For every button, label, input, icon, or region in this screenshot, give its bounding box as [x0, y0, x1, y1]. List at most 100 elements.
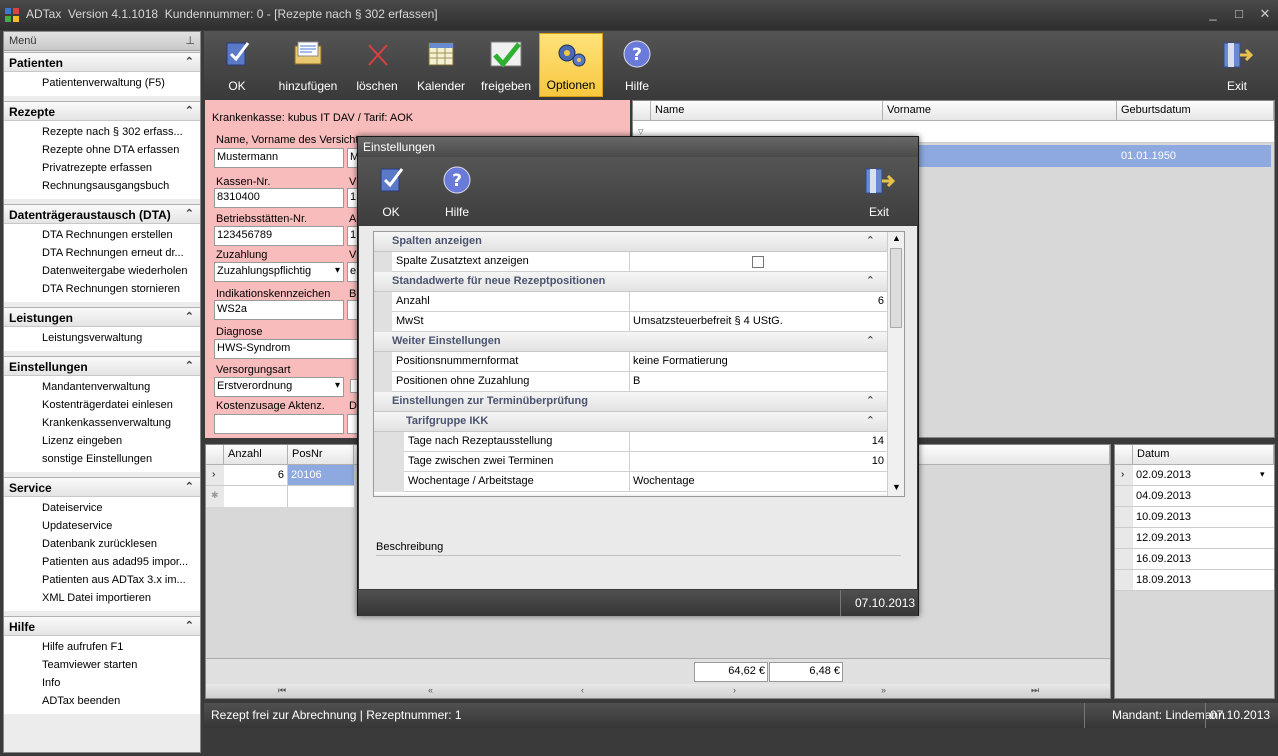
- prop-row[interactable]: Wochentage / Arbeitstage Wochentage: [374, 472, 887, 492]
- indikation-field[interactable]: WS2a: [214, 300, 344, 320]
- date-cell[interactable]: 18.09.2013: [1133, 570, 1274, 591]
- category-termin[interactable]: Einstellungen zur Terminüberprüfung ⌃: [374, 392, 887, 412]
- dialog-ok-button[interactable]: OK: [366, 159, 416, 223]
- sidebar-section-header[interactable]: Einstellungen ⌃: [4, 356, 200, 376]
- zuzahlung-select[interactable]: Zuzahlungspflichtig: [214, 262, 344, 282]
- sidebar-item[interactable]: sonstige Einstellungen: [4, 450, 194, 468]
- collapse-icon[interactable]: ⌃: [185, 207, 194, 220]
- category-partial[interactable]: [374, 494, 887, 496]
- diagnose-field[interactable]: HWS-Syndrom: [214, 339, 361, 359]
- sidebar-item[interactable]: Hilfe aufrufen F1: [4, 638, 194, 656]
- new-row-anzahl[interactable]: [224, 486, 288, 507]
- prop-anzahl-value[interactable]: 6: [630, 292, 887, 312]
- sidebar-item[interactable]: Info: [4, 674, 194, 692]
- prop-mwst-value[interactable]: Umsatzsteuerbefreit § 4 UStG.: [630, 312, 887, 332]
- exit-button[interactable]: Exit: [1210, 33, 1264, 97]
- sidebar-item[interactable]: Patienten aus adad95 impor...: [4, 553, 194, 571]
- collapse-icon[interactable]: ⌃: [866, 394, 875, 407]
- prev-page-icon[interactable]: «: [428, 685, 433, 695]
- column-header-anzahl[interactable]: Anzahl: [224, 445, 288, 465]
- sidebar-item[interactable]: Patienten aus ADTax 3.x im...: [4, 571, 194, 589]
- kostenzusage-field[interactable]: [214, 414, 344, 434]
- dialog-exit-button[interactable]: Exit: [854, 159, 904, 223]
- sidebar-section-header[interactable]: Service ⌃: [4, 477, 200, 497]
- scroll-thumb[interactable]: [890, 248, 902, 328]
- zusatztext-checkbox[interactable]: [752, 256, 764, 268]
- scroll-up-icon[interactable]: ▲: [892, 233, 901, 243]
- help-button[interactable]: ? Hilfe: [608, 33, 666, 97]
- prop-row[interactable]: MwSt Umsatzsteuerbefreit § 4 UStG.: [374, 312, 887, 332]
- column-header-vorname[interactable]: Vorname: [883, 101, 1117, 121]
- category-spalten[interactable]: Spalten anzeigen ⌃: [374, 232, 887, 252]
- sidebar-section-header[interactable]: Leistungen ⌃: [4, 307, 200, 327]
- prop-row[interactable]: Positionsnummernformat keine Formatierung: [374, 352, 887, 372]
- prev-record-icon[interactable]: ‹: [581, 685, 584, 695]
- column-header-name[interactable]: Name: [651, 101, 883, 121]
- property-scrollbar[interactable]: ▲ ▼: [887, 232, 904, 496]
- collapse-icon[interactable]: ⌃: [185, 104, 194, 117]
- first-record-icon[interactable]: ⏮: [278, 685, 286, 696]
- prop-row[interactable]: Tage nach Rezeptausstellung 14: [374, 432, 887, 452]
- sidebar-item[interactable]: DTA Rechnungen erstellen: [4, 226, 194, 244]
- prop-ohnezuzahlung-value[interactable]: B: [630, 372, 887, 392]
- anzahl-cell[interactable]: 6: [224, 465, 288, 486]
- ok-button[interactable]: OK: [208, 33, 266, 97]
- sidebar-item[interactable]: Datenweitergabe wiederholen: [4, 262, 194, 280]
- prop-wochentage-value[interactable]: Wochentage: [630, 472, 887, 492]
- collapse-icon[interactable]: ⌃: [185, 619, 194, 632]
- date-cell[interactable]: 12.09.2013: [1133, 528, 1274, 549]
- lastname-field[interactable]: Mustermann: [214, 148, 344, 168]
- category-standardwerte[interactable]: Standadwerte für neue Rezeptpositionen ⌃: [374, 272, 887, 292]
- calendar-button[interactable]: Kalender: [412, 33, 470, 97]
- date-cell[interactable]: 04.09.2013: [1133, 486, 1274, 507]
- column-header-geburtsdatum[interactable]: Geburtsdatum: [1117, 101, 1274, 121]
- betrieb-field[interactable]: 123456789: [214, 226, 344, 246]
- sidebar-item[interactable]: Kostenträgerdatei einlesen: [4, 396, 194, 414]
- maximize-button[interactable]: □: [1228, 5, 1250, 23]
- sidebar-section-header[interactable]: Rezepte ⌃: [4, 101, 200, 121]
- add-button[interactable]: hinzufügen: [272, 33, 344, 97]
- posnr-cell[interactable]: 20106: [288, 465, 354, 486]
- prop-posformat-value[interactable]: keine Formatierung: [630, 352, 887, 372]
- sidebar-item[interactable]: Rezepte nach § 302 erfass...: [4, 123, 194, 141]
- sidebar-item[interactable]: Updateservice: [4, 517, 194, 535]
- collapse-icon[interactable]: ⌃: [866, 274, 875, 287]
- minimize-button[interactable]: _: [1202, 5, 1224, 23]
- collapse-icon[interactable]: ⌃: [866, 414, 875, 427]
- release-button[interactable]: freigeben: [476, 33, 536, 97]
- collapse-icon[interactable]: ⌃: [866, 334, 875, 347]
- last-record-icon[interactable]: ⏭: [1031, 685, 1039, 696]
- kassen-nr-field[interactable]: 8310400: [214, 188, 344, 208]
- prop-row[interactable]: Positionen ohne Zuzahlung B: [374, 372, 887, 392]
- category-weitere[interactable]: Weiter Einstellungen ⌃: [374, 332, 887, 352]
- close-window-button[interactable]: ✕: [1254, 5, 1276, 23]
- versorgungsart-select[interactable]: Erstverordnung: [214, 377, 344, 397]
- sidebar-item[interactable]: Privatrezepte erfassen: [4, 159, 194, 177]
- sidebar-item[interactable]: XML Datei importieren: [4, 589, 194, 607]
- collapse-icon[interactable]: ⌃: [185, 55, 194, 68]
- sidebar-section-header[interactable]: Hilfe ⌃: [4, 616, 200, 636]
- prop-row[interactable]: Anzahl 6: [374, 292, 887, 312]
- collapse-icon[interactable]: ⌃: [185, 359, 194, 372]
- column-header-posnr[interactable]: PosNr: [288, 445, 354, 465]
- sidebar-item[interactable]: DTA Rechnungen erneut dr...: [4, 244, 194, 262]
- sidebar-section-header[interactable]: Patienten ⌃: [4, 52, 200, 72]
- sidebar-item[interactable]: Dateiservice: [4, 499, 194, 517]
- pin-icon[interactable]: ⊥: [185, 34, 195, 47]
- sidebar-item[interactable]: Rezepte ohne DTA erfassen: [4, 141, 194, 159]
- collapse-icon[interactable]: ⌃: [185, 310, 194, 323]
- prop-tage-nach-value[interactable]: 14: [630, 432, 887, 452]
- sidebar-item[interactable]: Leistungsverwaltung: [4, 329, 194, 347]
- collapse-icon[interactable]: ⌃: [866, 234, 875, 247]
- sidebar-section-header[interactable]: Datenträgeraustausch (DTA) ⌃: [4, 204, 200, 224]
- sidebar-item[interactable]: Datenbank zurücklesen: [4, 535, 194, 553]
- scroll-down-icon[interactable]: ▼: [892, 482, 901, 492]
- sidebar-item[interactable]: Teamviewer starten: [4, 656, 194, 674]
- sidebar-item[interactable]: Patientenverwaltung (F5): [4, 74, 194, 92]
- category-tarifgruppe-ikk[interactable]: Tarifgruppe IKK ⌃: [374, 412, 887, 432]
- options-button[interactable]: Optionen: [539, 33, 603, 97]
- prop-tage-zwischen-value[interactable]: 10: [630, 452, 887, 472]
- prop-row[interactable]: Spalte Zusatztext anzeigen: [374, 252, 887, 272]
- sidebar-item[interactable]: Lizenz eingeben: [4, 432, 194, 450]
- date-cell[interactable]: 02.09.2013: [1133, 465, 1274, 486]
